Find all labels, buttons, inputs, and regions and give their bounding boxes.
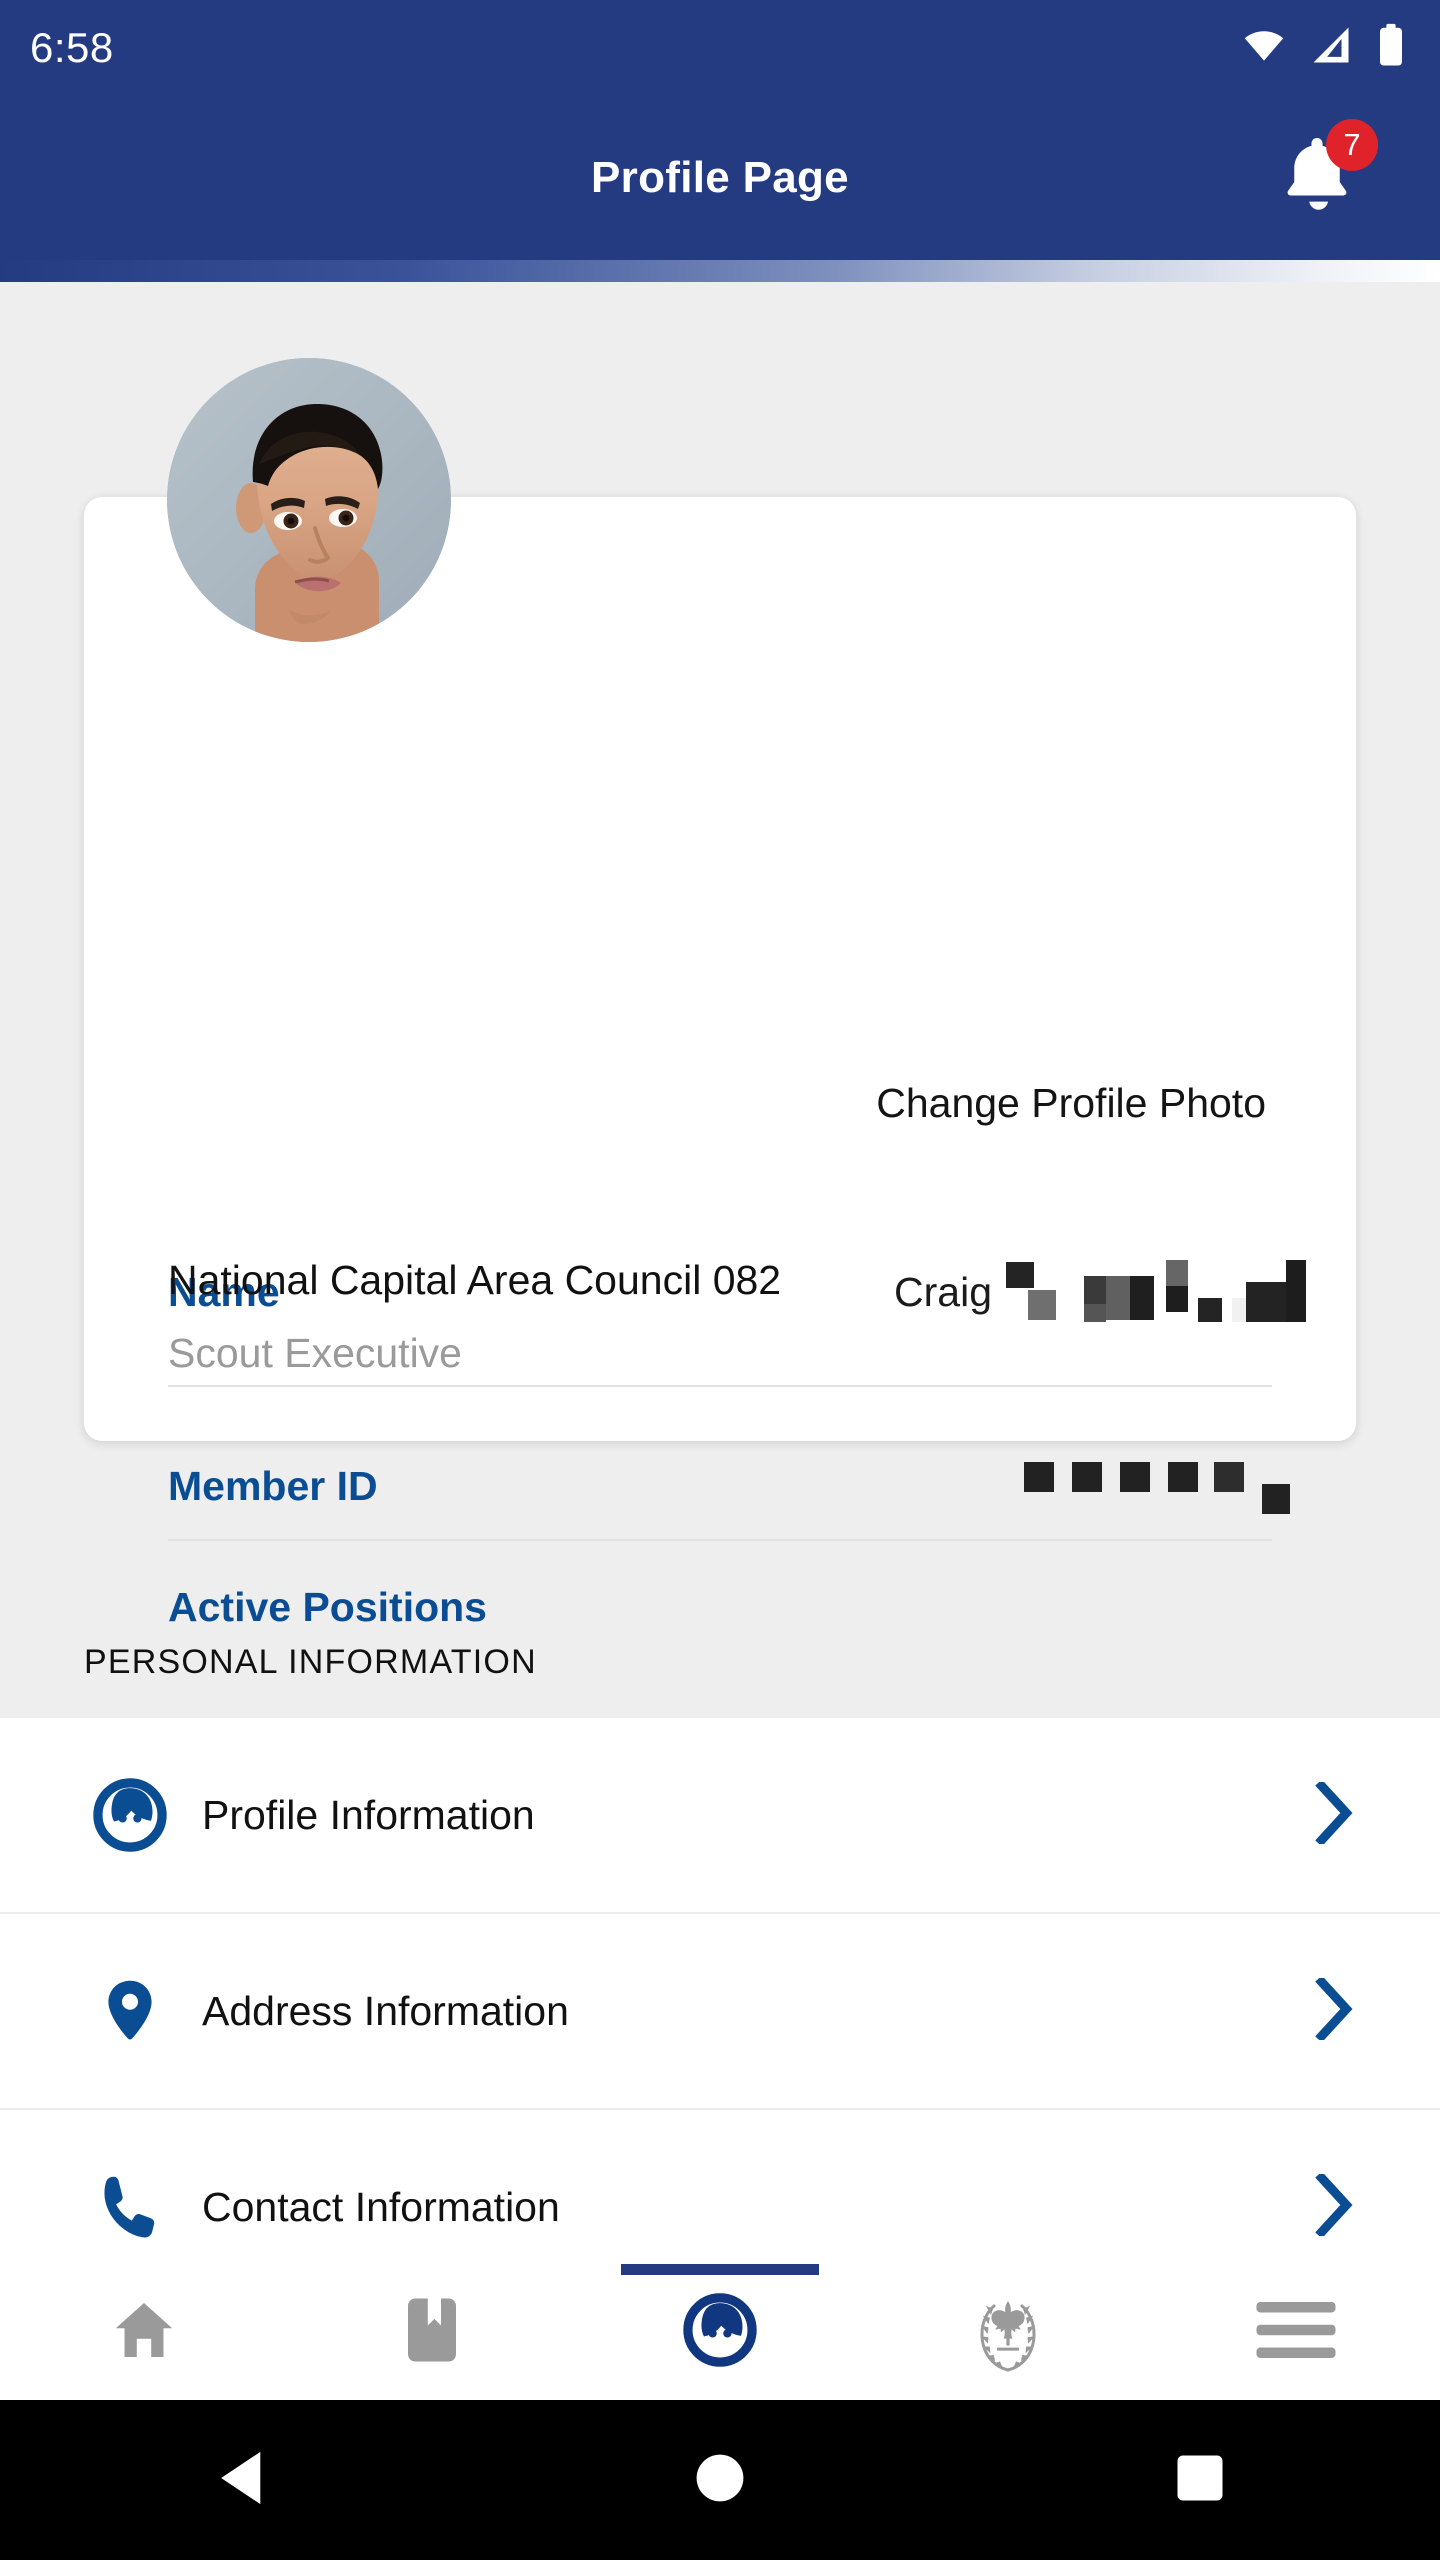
nav-tab-profile[interactable] <box>576 2264 864 2400</box>
name-redaction-blocks <box>1000 1260 1306 1324</box>
app-bar: Profile Page 7 <box>0 95 1440 260</box>
home-circle-icon <box>694 2452 746 2509</box>
notification-badge: 7 <box>1326 118 1378 171</box>
home-icon <box>108 2294 180 2371</box>
scout-emblem-icon <box>960 2282 1056 2383</box>
list-item-label: Profile Information <box>202 1791 535 1838</box>
nav-tab-bookmark[interactable] <box>288 2264 576 2400</box>
hamburger-menu-icon <box>1256 2301 1336 2363</box>
back-triangle-icon <box>213 2449 267 2512</box>
member-id-redaction-blocks <box>1014 1454 1290 1518</box>
status-bar-icons <box>1242 23 1406 72</box>
active-positions-row: Active Positions <box>168 1577 1272 1637</box>
chevron-right-icon <box>1314 1779 1354 1849</box>
nav-tab-home[interactable] <box>0 2264 288 2400</box>
cellular-signal-icon <box>1310 24 1352 71</box>
status-bar-clock: 6:58 <box>30 23 114 71</box>
page-title: Profile Page <box>591 152 849 202</box>
section-title-personal-information: PERSONAL INFORMATION <box>84 1643 537 1681</box>
list-item-address-information[interactable]: Address Information <box>0 1914 1440 2110</box>
member-id-label: Member ID <box>168 1462 378 1509</box>
position-role: Scout Executive <box>168 1330 462 1376</box>
position-organization: National Capital Area Council 082 <box>168 1257 782 1303</box>
active-positions-label: Active Positions <box>168 1583 487 1630</box>
name-divider <box>168 1385 1272 1387</box>
chevron-right-icon <box>1314 1975 1354 2045</box>
user-avatar-photo <box>167 358 451 642</box>
member-id-value <box>1014 1454 1290 1518</box>
member-id-divider <box>168 1539 1272 1541</box>
status-bar: 6:58 <box>0 0 1440 95</box>
nav-tab-menu[interactable] <box>1152 2264 1440 2400</box>
app-bar-gradient-divider <box>0 260 1440 282</box>
profile-page-screen: 6:58 Profile Page 7 Change Profile Photo… <box>0 0 1440 2560</box>
profile-card: Change Profile Photo Name Craig Member I… <box>84 497 1356 1630</box>
name-value-text: Craig <box>894 1268 992 1315</box>
chevron-right-icon <box>1314 2171 1354 2241</box>
android-back-button[interactable] <box>0 2449 480 2512</box>
avatar[interactable] <box>167 358 451 642</box>
android-home-button[interactable] <box>480 2452 960 2509</box>
wifi-icon <box>1242 23 1286 72</box>
notifications-button[interactable]: 7 <box>1270 118 1380 233</box>
list-item-profile-information[interactable]: Profile Information <box>0 1718 1440 1914</box>
bottom-navigation-bar <box>0 2264 1440 2400</box>
personal-information-list: Profile Information Address Information <box>0 1718 1440 2306</box>
active-tab-indicator <box>621 2264 819 2275</box>
list-item-label: Address Information <box>202 1987 569 2034</box>
battery-icon <box>1376 23 1406 72</box>
bookmark-icon <box>399 2294 465 2371</box>
name-value: Craig <box>894 1260 1306 1324</box>
change-profile-photo-button[interactable]: Change Profile Photo <box>84 1080 1356 1127</box>
android-recents-button[interactable] <box>960 2453 1440 2508</box>
map-pin-icon <box>80 1974 180 2048</box>
member-id-row: Member ID <box>168 1451 1290 1521</box>
person-circle-icon <box>80 1778 180 1852</box>
nav-tab-scouting[interactable] <box>864 2264 1152 2400</box>
list-item-label: Contact Information <box>202 2183 560 2230</box>
recents-square-icon <box>1175 2453 1225 2508</box>
person-circle-icon <box>683 2292 757 2372</box>
phone-icon <box>80 2170 180 2244</box>
android-system-navigation <box>0 2400 1440 2560</box>
